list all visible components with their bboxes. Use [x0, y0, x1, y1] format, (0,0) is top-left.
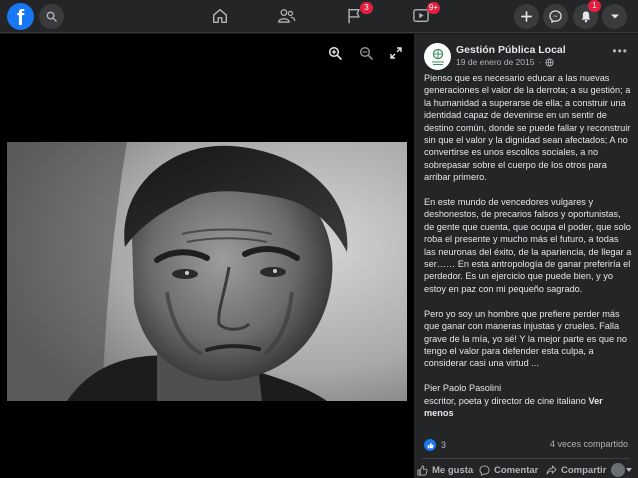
create-button[interactable]	[514, 4, 539, 29]
friends-icon	[277, 9, 295, 23]
chevron-down-icon	[610, 14, 619, 19]
zoom-out-icon	[359, 46, 373, 60]
facebook-logo[interactable]: f	[7, 3, 34, 30]
globe-icon	[545, 57, 554, 67]
messenger-icon	[549, 10, 562, 23]
post-paragraph: Pienso que es necesario educar a las nue…	[424, 73, 631, 183]
divider	[422, 458, 630, 459]
search-icon	[46, 11, 57, 22]
photo-viewer	[0, 34, 414, 478]
plus-icon	[521, 11, 532, 22]
post-text: Pienso que es necesario educar a las nue…	[424, 72, 632, 419]
comment-label: Comentar	[494, 464, 539, 476]
page-logo-icon	[431, 48, 444, 65]
signature-name: Pier Paolo Pasolini	[424, 383, 502, 394]
audience-sep: ·	[538, 57, 542, 67]
like-button[interactable]: Me gusta	[417, 465, 473, 476]
page-avatar[interactable]	[424, 43, 451, 70]
more-options-icon[interactable]: •••	[612, 44, 628, 58]
like-label: Me gusta	[432, 464, 474, 476]
portrait-photo	[7, 142, 407, 401]
zoom-out-button[interactable]	[357, 44, 375, 62]
post-photo[interactable]	[7, 142, 407, 401]
post-details-panel: Gestión Pública Local 19 de enero de 201…	[414, 34, 638, 478]
reaction-count: 3	[441, 440, 447, 450]
top-navigation-bar: f 3 9+ 1	[0, 0, 638, 33]
reactions-summary[interactable]: 3	[424, 439, 446, 451]
share-icon	[546, 465, 557, 475]
zoom-in-button[interactable]	[326, 44, 344, 62]
post-actions: Me gusta Comentar Compartir	[414, 462, 638, 478]
notifications-button[interactable]: 1	[573, 0, 601, 29]
share-button[interactable]: Compartir	[546, 465, 606, 476]
notifications-badge: 1	[588, 0, 601, 12]
post-date[interactable]: 19 de enero de 2015	[456, 57, 534, 67]
caret-down-icon[interactable]	[626, 468, 632, 472]
pages-badge: 3	[360, 2, 373, 14]
post-paragraph: Pero yo soy un hombre que prefiere perde…	[424, 308, 627, 369]
messenger-button[interactable]	[543, 4, 568, 29]
account-menu-button[interactable]	[602, 4, 627, 29]
nav-pages[interactable]: 3	[342, 2, 373, 27]
fullscreen-icon	[390, 47, 402, 59]
watch-badge: 9+	[426, 2, 440, 14]
post-meta: 19 de enero de 2015 ·	[456, 57, 554, 67]
signature-block: escritor, poeta y director de cine itali…	[424, 395, 632, 420]
reaction-profile-avatar[interactable]	[611, 463, 625, 477]
home-icon	[212, 8, 228, 24]
thumbs-up-icon	[417, 464, 428, 476]
signature-description: escritor, poeta y director de cine itali…	[424, 395, 586, 406]
page-name-link[interactable]: Gestión Pública Local	[456, 44, 566, 56]
nav-home[interactable]	[208, 5, 232, 27]
nav-watch[interactable]: 9+	[409, 2, 440, 27]
like-reaction-icon	[424, 439, 436, 451]
post-paragraph: En este mundo de vencedores vulgares y d…	[424, 197, 632, 294]
shares-count[interactable]: 4 veces compartido	[550, 439, 628, 449]
share-label: Compartir	[561, 464, 607, 476]
zoom-in-icon	[328, 46, 342, 60]
fullscreen-button[interactable]	[387, 44, 405, 62]
comment-icon	[479, 464, 490, 476]
comment-button[interactable]: Comentar	[479, 465, 538, 476]
search-button[interactable]	[39, 4, 64, 29]
nav-friends[interactable]	[274, 5, 298, 27]
notifications-icon	[581, 11, 590, 23]
